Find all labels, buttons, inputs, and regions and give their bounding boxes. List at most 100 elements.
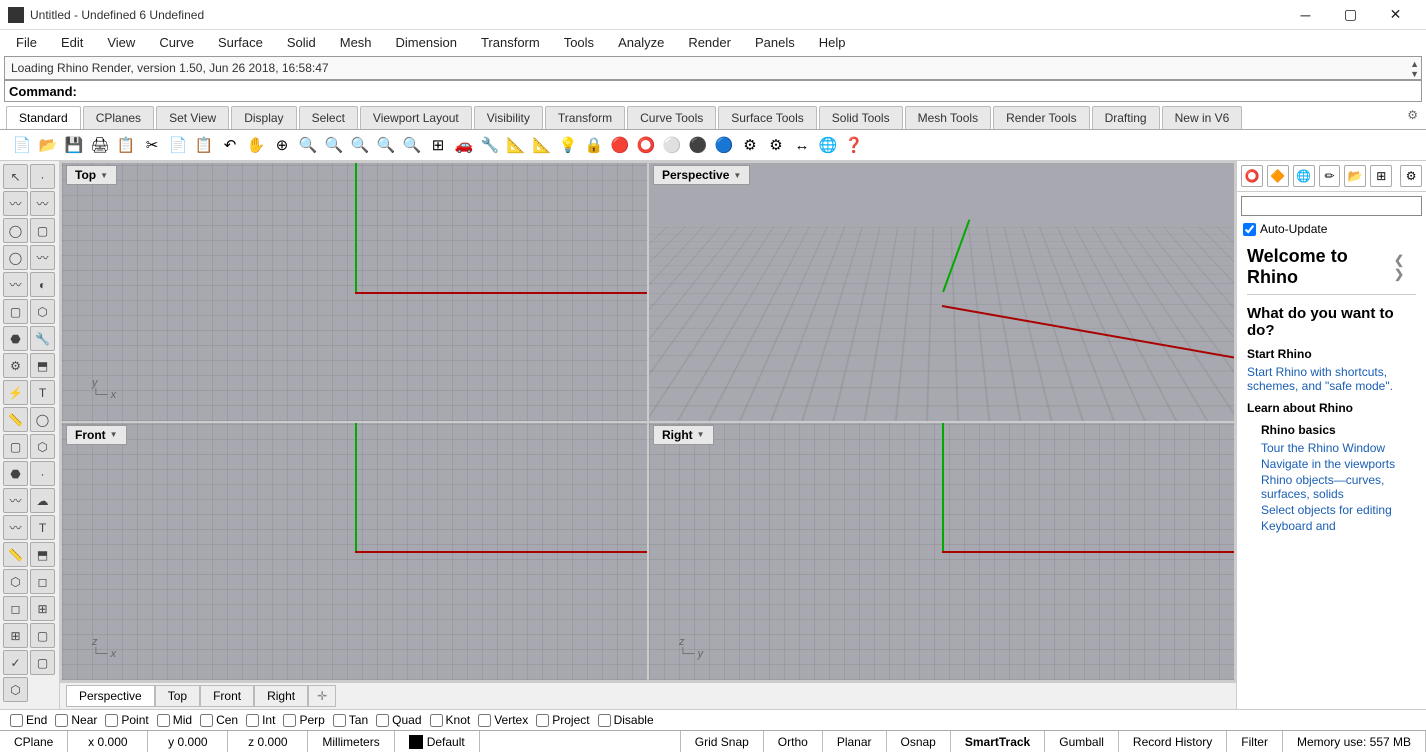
left-tool-25[interactable]: ☁: [30, 488, 55, 513]
osnap-end[interactable]: End: [10, 713, 47, 727]
panel-icon-4[interactable]: 🔶: [1267, 165, 1289, 187]
viewport-front[interactable]: z└─ x Front▼: [62, 423, 647, 681]
viewport-label[interactable]: Perspective▼: [653, 165, 750, 185]
left-tool-6[interactable]: ◯: [3, 245, 28, 270]
minimize-button[interactable]: ─: [1283, 0, 1328, 30]
panel-icon-2[interactable]: ✏: [1319, 165, 1341, 187]
menu-panels[interactable]: Panels: [745, 32, 805, 53]
panel-icon-5[interactable]: ⭕: [1241, 165, 1263, 187]
left-tool-8[interactable]: 〰: [3, 272, 28, 297]
toolbar-button-13[interactable]: 🔍: [348, 133, 372, 157]
viewport-perspective[interactable]: Perspective▼: [649, 163, 1234, 421]
toolbar-button-15[interactable]: 🔍: [400, 133, 424, 157]
status-planar[interactable]: Planar: [823, 731, 887, 752]
command-input[interactable]: [81, 84, 1417, 98]
left-tool-27[interactable]: T: [30, 515, 55, 540]
left-tool-36[interactable]: ✓: [3, 650, 28, 675]
toolbar-button-24[interactable]: ⭕: [634, 133, 658, 157]
left-tool-10[interactable]: ▢: [3, 299, 28, 324]
toolbar-button-26[interactable]: ⚫: [686, 133, 710, 157]
left-tool-24[interactable]: 〰: [3, 488, 28, 513]
chevron-down-icon[interactable]: ▼: [110, 430, 118, 439]
toolbar-button-10[interactable]: ⊕: [270, 133, 294, 157]
osnap-near[interactable]: Near: [55, 713, 97, 727]
cplane-cell[interactable]: CPlane: [0, 731, 68, 752]
panel-icon-1[interactable]: 📂: [1344, 165, 1366, 187]
tab-cplanes[interactable]: CPlanes: [83, 106, 154, 129]
chevron-down-icon[interactable]: ▼: [697, 430, 705, 439]
left-tool-28[interactable]: 📏: [3, 542, 28, 567]
help-link[interactable]: Tour the Rhino Window: [1261, 441, 1416, 455]
chevron-down-icon[interactable]: ▼: [733, 171, 741, 180]
toolbar-button-28[interactable]: ⚙: [738, 133, 762, 157]
tab-solid-tools[interactable]: Solid Tools: [819, 106, 903, 129]
help-link[interactable]: Navigate in the viewports: [1261, 457, 1416, 471]
toolbar-button-0[interactable]: 📄: [10, 133, 34, 157]
viewport-label[interactable]: Right▼: [653, 425, 714, 445]
toolbar-button-29[interactable]: ⚙: [764, 133, 788, 157]
tab-new-in-v6[interactable]: New in V6: [1162, 106, 1243, 129]
left-tool-29[interactable]: ⬒: [30, 542, 55, 567]
chevron-icon[interactable]: ❮ ❯: [1394, 253, 1416, 281]
menu-view[interactable]: View: [97, 32, 145, 53]
osnap-disable[interactable]: Disable: [598, 713, 654, 727]
left-tool-2[interactable]: 〰: [3, 191, 28, 216]
toolbar-button-7[interactable]: 📋: [192, 133, 216, 157]
status-gumball[interactable]: Gumball: [1045, 731, 1119, 752]
left-tool-19[interactable]: ◯: [30, 407, 55, 432]
left-tool-13[interactable]: 🔧: [30, 326, 55, 351]
close-button[interactable]: ✕: [1373, 0, 1418, 30]
toolbar-button-12[interactable]: 🔍: [322, 133, 346, 157]
status-osnap[interactable]: Osnap: [887, 731, 951, 752]
scroll-up-icon[interactable]: ▲▼: [1410, 59, 1419, 79]
viewport-right[interactable]: z└─ y Right▼: [649, 423, 1234, 681]
toolbar-button-16[interactable]: ⊞: [426, 133, 450, 157]
left-tool-26[interactable]: 〰: [3, 515, 28, 540]
osnap-vertex[interactable]: Vertex: [478, 713, 528, 727]
left-tool-18[interactable]: 📏: [3, 407, 28, 432]
help-link[interactable]: Rhino objects—curves, surfaces, solids: [1261, 473, 1416, 501]
tab-set-view[interactable]: Set View: [156, 106, 229, 129]
osnap-cen[interactable]: Cen: [200, 713, 238, 727]
left-tool-31[interactable]: ◻: [30, 569, 55, 594]
left-tool-3[interactable]: 〰: [30, 191, 55, 216]
help-link[interactable]: Start Rhino with shortcuts, schemes, and…: [1247, 365, 1416, 393]
left-tool-11[interactable]: ⬡: [30, 299, 55, 324]
viewport-label[interactable]: Front▼: [66, 425, 127, 445]
viewport-tab-top[interactable]: Top: [155, 685, 200, 707]
menu-analyze[interactable]: Analyze: [608, 32, 674, 53]
tab-curve-tools[interactable]: Curve Tools: [627, 106, 716, 129]
toolbar-button-5[interactable]: ✂: [140, 133, 164, 157]
chevron-down-icon[interactable]: ▼: [100, 171, 108, 180]
help-link[interactable]: Select objects for editing: [1261, 503, 1416, 517]
left-tool-23[interactable]: ·: [30, 461, 55, 486]
tab-drafting[interactable]: Drafting: [1092, 106, 1160, 129]
toolbar-button-27[interactable]: 🔵: [712, 133, 736, 157]
left-tool-5[interactable]: ▢: [30, 218, 55, 243]
search-input[interactable]: [1241, 196, 1422, 216]
status-filter[interactable]: Filter: [1227, 731, 1283, 752]
menu-help[interactable]: Help: [809, 32, 856, 53]
status-ortho[interactable]: Ortho: [764, 731, 823, 752]
left-tool-34[interactable]: ⊞: [3, 623, 28, 648]
menu-surface[interactable]: Surface: [208, 32, 273, 53]
left-tool-32[interactable]: ◻: [3, 596, 28, 621]
tab-surface-tools[interactable]: Surface Tools: [718, 106, 817, 129]
left-tool-30[interactable]: ⬡: [3, 569, 28, 594]
osnap-knot[interactable]: Knot: [430, 713, 471, 727]
menu-edit[interactable]: Edit: [51, 32, 93, 53]
toolbar-button-3[interactable]: 🖨: [88, 133, 112, 157]
left-tool-33[interactable]: ⊞: [30, 596, 55, 621]
left-tool-14[interactable]: ⚙: [3, 353, 28, 378]
osnap-point[interactable]: Point: [105, 713, 148, 727]
toolbar-button-18[interactable]: 🔧: [478, 133, 502, 157]
tab-standard[interactable]: Standard: [6, 106, 81, 129]
osnap-tan[interactable]: Tan: [333, 713, 368, 727]
viewport-tab-right[interactable]: Right: [254, 685, 308, 707]
toolbar-button-23[interactable]: 🔴: [608, 133, 632, 157]
toolbar-button-32[interactable]: ❓: [842, 133, 866, 157]
menu-transform[interactable]: Transform: [471, 32, 550, 53]
status-record-history[interactable]: Record History: [1119, 731, 1227, 752]
left-tool-22[interactable]: ⬣: [3, 461, 28, 486]
left-tool-17[interactable]: T: [30, 380, 55, 405]
